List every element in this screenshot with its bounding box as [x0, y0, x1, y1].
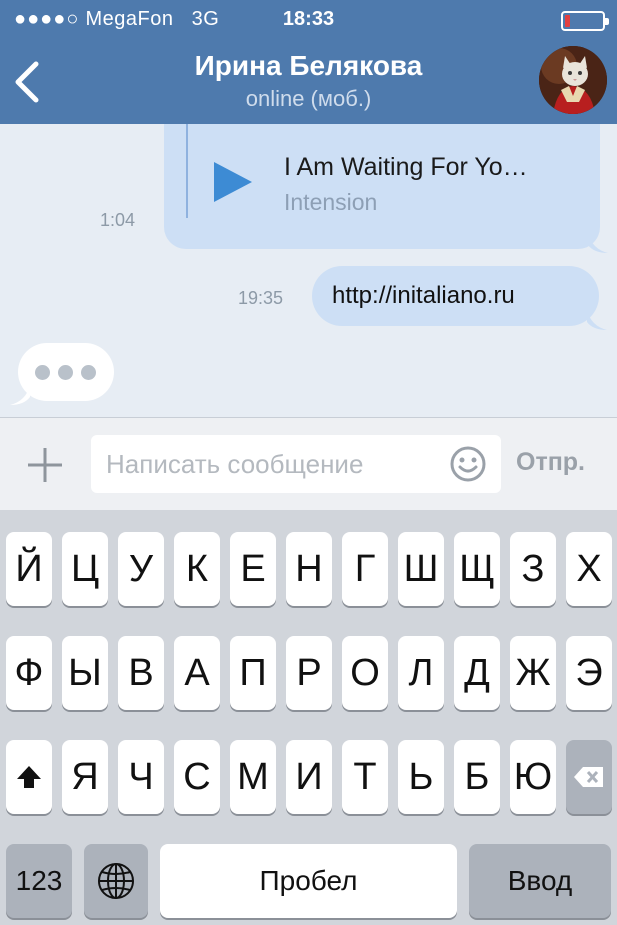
audio-message-bubble[interactable]: I Am Waiting For Yo… Intension: [164, 124, 608, 253]
message-input-placeholder: Написать сообщение: [106, 449, 364, 479]
message-input[interactable]: Написать сообщение: [91, 435, 501, 493]
key[interactable]: Х: [566, 532, 612, 606]
contact-name: Ирина Белякова: [194, 50, 423, 81]
message-list[interactable]: I Am Waiting For Yo… Intension 1:04 19:3…: [0, 124, 617, 417]
key[interactable]: Ь: [398, 740, 444, 814]
key[interactable]: Я: [62, 740, 108, 814]
contact-status: online (моб.): [245, 86, 372, 111]
message-timestamp: 19:35: [238, 288, 284, 308]
key[interactable]: М: [230, 740, 276, 814]
key[interactable]: П: [230, 636, 276, 710]
key[interactable]: Ф: [6, 636, 52, 710]
bubble-tail: [10, 385, 30, 405]
smile-icon[interactable]: [449, 445, 487, 483]
globe-key[interactable]: [84, 844, 148, 918]
key[interactable]: О: [342, 636, 388, 710]
key[interactable]: Б: [454, 740, 500, 814]
return-key[interactable]: Ввод: [469, 844, 611, 918]
audio-track-title: I Am Waiting For Yo…: [284, 153, 528, 181]
typing-dot: [35, 365, 50, 380]
key[interactable]: У: [118, 532, 164, 606]
audio-track-artist: Intension: [284, 189, 378, 215]
space-key[interactable]: Пробел: [160, 844, 457, 918]
shift-key[interactable]: [6, 740, 52, 814]
key[interactable]: Н: [286, 532, 332, 606]
typing-dot: [81, 365, 96, 380]
clock: 18:33: [282, 8, 335, 30]
message-timestamp: 1:04: [100, 210, 136, 230]
send-button[interactable]: Отпр.: [516, 448, 585, 477]
avatar[interactable]: [539, 46, 607, 114]
text-message-bubble[interactable]: http://initaliano.ru: [312, 266, 607, 330]
status-bar: ●●●●○ MegaFon 3G 18:33: [0, 6, 617, 34]
key[interactable]: Й: [6, 532, 52, 606]
key[interactable]: Ц: [62, 532, 108, 606]
key[interactable]: В: [118, 636, 164, 710]
key[interactable]: Ы: [62, 636, 108, 710]
key[interactable]: Э: [566, 636, 612, 710]
key[interactable]: Щ: [454, 532, 500, 606]
key[interactable]: Ж: [510, 636, 556, 710]
quote-bar: [186, 124, 188, 218]
keyboard: Й Ц У К Е Н Г Ш Щ З Х Ф Ы В А П Р О Л Д …: [0, 510, 617, 925]
key[interactable]: С: [174, 740, 220, 814]
key[interactable]: Л: [398, 636, 444, 710]
plus-icon[interactable]: [26, 446, 64, 484]
key[interactable]: К: [174, 532, 220, 606]
nav-header: ●●●●○ MegaFon 3G 18:33 Ирина Белякова on…: [0, 0, 617, 124]
bubble-tail: [588, 233, 608, 253]
typing-indicator: [10, 343, 114, 405]
backspace-icon: [574, 767, 603, 787]
typing-dot: [58, 365, 73, 380]
bubble-tail: [587, 310, 607, 330]
play-icon[interactable]: [210, 160, 254, 204]
battery-icon: [561, 11, 609, 31]
message-text-link[interactable]: http://initaliano.ru: [332, 282, 515, 309]
key[interactable]: Т: [342, 740, 388, 814]
key[interactable]: Ч: [118, 740, 164, 814]
globe-icon: [98, 863, 134, 899]
delete-key[interactable]: [566, 740, 612, 814]
key[interactable]: Ш: [398, 532, 444, 606]
key[interactable]: И: [286, 740, 332, 814]
key[interactable]: Р: [286, 636, 332, 710]
key[interactable]: З: [510, 532, 556, 606]
key[interactable]: Д: [454, 636, 500, 710]
key[interactable]: Ю: [510, 740, 556, 814]
composer-bar: Написать сообщение Отпр.: [0, 417, 617, 510]
numbers-key[interactable]: 123: [6, 844, 72, 918]
key[interactable]: А: [174, 636, 220, 710]
key[interactable]: Г: [342, 532, 388, 606]
shift-icon: [17, 766, 41, 788]
key[interactable]: Е: [230, 532, 276, 606]
